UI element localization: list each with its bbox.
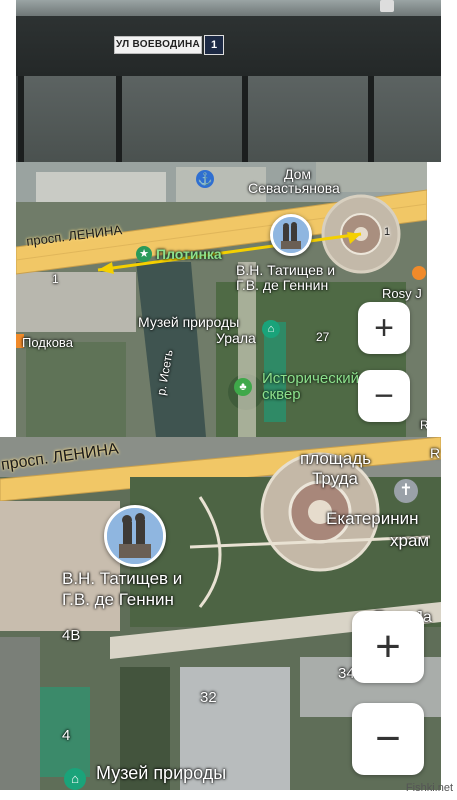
window-pane (242, 76, 368, 162)
map-view-bottom[interactable]: ✝ ⌂ просп. ЛЕНИНА площадь Труда Екатерин… (0, 437, 441, 790)
label-edge-r: R (420, 418, 427, 432)
window-pane (368, 76, 441, 162)
star-poi-icon[interactable]: ★ (136, 246, 152, 262)
label-number-1: 1 (52, 272, 59, 286)
label-monument-1: В.Н. Татищев и (236, 262, 336, 278)
monument-statue-icon (107, 508, 163, 564)
label-church: Екатеринин (326, 509, 419, 528)
label-monument-1: В.Н. Татищев и (62, 569, 183, 588)
label-edge-r: R (430, 445, 441, 461)
label-number-32: 32 (200, 689, 217, 706)
map-view-top[interactable]: ⚓ ★ ⌂ ♣ Дом Севастьянова просп. ЛЕНИНА П… (16, 162, 427, 437)
plus-icon: + (374, 308, 394, 347)
building-facade (16, 16, 441, 76)
label-museum-2: Урала (216, 330, 256, 346)
house-number-plate: 1 (204, 35, 224, 55)
site-watermark: Fishki.net (405, 782, 453, 794)
street-name-sign: УЛ ВОЕВОДИНА (114, 36, 202, 54)
label-museum-1: Музей природы (138, 314, 240, 330)
wall-lamp (380, 0, 394, 12)
label-sqver-2: сквер (262, 386, 301, 403)
label-number-1-circle: 1 (384, 226, 391, 238)
zoom-out-button[interactable]: − (352, 703, 424, 775)
park-tree-icon[interactable]: ♣ (234, 378, 252, 396)
anchor-icon[interactable]: ⚓ (196, 170, 214, 188)
zoom-out-button[interactable]: − (358, 370, 410, 422)
minus-icon: − (374, 376, 394, 415)
label-sqver-1: Исторический (262, 370, 360, 387)
label-number-27: 27 (316, 330, 330, 344)
label-podkova: Подкова (22, 335, 73, 350)
label-museum: Музей природы (96, 763, 227, 783)
museum-icon[interactable]: ⌂ (262, 320, 280, 338)
church-cross-icon[interactable]: ✝ (394, 479, 418, 503)
label-monument-2: Г.В. де Геннин (236, 277, 329, 293)
label-dom-name: Севастьянова (248, 180, 340, 196)
zoom-in-button[interactable]: + (352, 611, 424, 683)
minus-icon: − (375, 714, 401, 763)
window-pane (18, 76, 116, 162)
cafe-icon[interactable] (412, 266, 426, 280)
building-cornice (16, 0, 441, 16)
label-rosy: Rosy J (382, 286, 422, 301)
label-church-2: храм (390, 531, 430, 550)
label-square: площадь (300, 449, 371, 468)
museum-icon[interactable]: ⌂ (64, 768, 86, 790)
monument-statue-icon (273, 217, 309, 253)
street-photo: УЛ ВОЕВОДИНА 1 (16, 0, 441, 162)
window-pane (116, 76, 242, 162)
plus-icon: + (375, 622, 401, 671)
zoom-in-button[interactable]: + (358, 302, 410, 354)
label-square-name: Труда (312, 469, 359, 488)
label-plotinka: Плотинка (156, 246, 222, 262)
label-number-4v: 4В (62, 627, 81, 644)
monument-pin[interactable] (270, 214, 312, 256)
label-monument-2: Г.В. де Геннин (62, 590, 174, 609)
label-number-4: 4 (62, 727, 71, 744)
monument-pin[interactable] (104, 505, 166, 567)
